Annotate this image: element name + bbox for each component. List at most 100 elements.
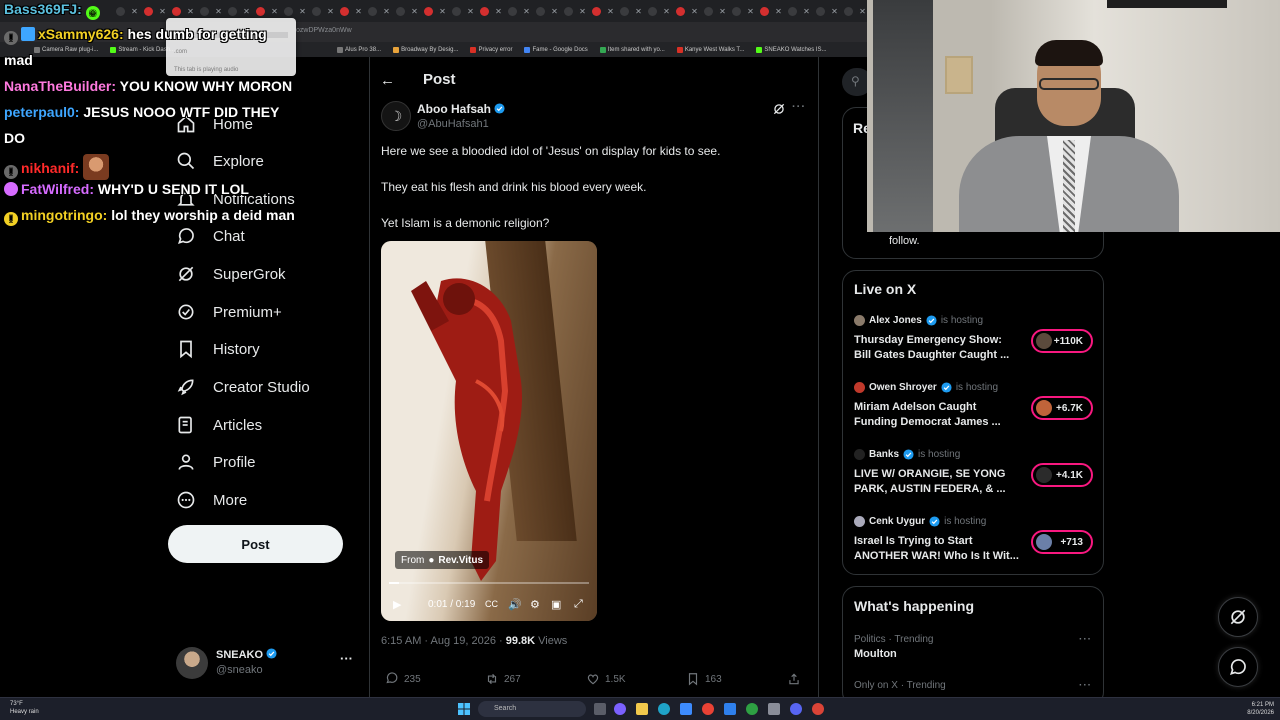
account-switcher[interactable]: SNEAKO @sneako ··· <box>176 645 356 679</box>
account-more-icon[interactable]: ··· <box>340 651 353 666</box>
close-tab-icon[interactable]: ✕ <box>410 7 419 16</box>
video-progress-bar[interactable] <box>389 582 589 584</box>
close-tab-icon[interactable]: ✕ <box>214 7 223 16</box>
sidebar-item-history[interactable]: History <box>176 334 260 364</box>
sidebar-item-supergrok[interactable]: SuperGrok <box>176 259 286 289</box>
tweet-more-icon[interactable]: ··· <box>792 101 806 113</box>
close-tab-icon[interactable]: ✕ <box>382 7 391 16</box>
taskbar-search[interactable]: Search <box>478 701 586 717</box>
bookmark[interactable]: Broadway By Desig... <box>393 46 458 53</box>
trend-more-icon[interactable]: ··· <box>1079 680 1092 691</box>
live-item[interactable]: Banks is hosting LIVE W/ ORANGIE, SE YONG… <box>854 449 1094 509</box>
xbox-icon[interactable] <box>746 703 758 715</box>
browser-tab-favicon[interactable] <box>200 6 209 16</box>
tweet-author-handle[interactable]: @AbuHafsah1 <box>417 118 489 130</box>
browser-tab-favicon[interactable] <box>592 6 601 16</box>
close-tab-icon[interactable]: ✕ <box>354 7 363 16</box>
live-item[interactable]: Cenk Uygur is hosting Israel Is Trying to… <box>854 516 1094 576</box>
close-tab-icon[interactable]: ✕ <box>494 7 503 16</box>
close-tab-icon[interactable]: ✕ <box>522 7 531 16</box>
bookmark[interactable]: Alus Pro 38... <box>337 46 381 53</box>
sidebar-item-explore[interactable]: Explore <box>176 146 264 176</box>
sidebar-item-creator-studio[interactable]: Creator Studio <box>176 372 310 402</box>
repost-button[interactable]: 267 <box>485 672 521 686</box>
post-button[interactable]: Post <box>168 525 343 563</box>
close-tab-icon[interactable]: ✕ <box>550 7 559 16</box>
close-tab-icon[interactable]: ✕ <box>662 7 671 16</box>
video-source-label[interactable]: From ● Rev.Vitus <box>395 551 490 569</box>
browser-tab-favicon[interactable] <box>676 6 685 16</box>
task-view-icon[interactable] <box>594 703 606 715</box>
close-tab-icon[interactable]: ✕ <box>802 7 811 16</box>
live-listener-pill[interactable]: +713 <box>1031 530 1093 554</box>
live-item[interactable]: Alex Jones is hosting Thursday Emergency … <box>854 315 1094 375</box>
browser-tab-favicon[interactable] <box>844 6 853 16</box>
browser-tab-favicon[interactable] <box>508 6 517 16</box>
live-listener-pill[interactable]: +110K <box>1031 329 1093 353</box>
browser-tab-favicon[interactable] <box>480 6 489 16</box>
browser-tab-favicon[interactable] <box>396 6 405 16</box>
browser-tab-favicon[interactable] <box>144 6 153 16</box>
browser-tab-favicon[interactable] <box>116 6 125 16</box>
browser-tab-favicon[interactable] <box>340 6 349 16</box>
browser-tab-favicon[interactable] <box>228 6 237 16</box>
edge-icon[interactable] <box>658 703 670 715</box>
close-tab-icon[interactable]: ✕ <box>298 7 307 16</box>
share-button[interactable] <box>787 672 801 686</box>
back-arrow-icon[interactable]: ← <box>380 72 395 89</box>
close-tab-icon[interactable]: ✕ <box>326 7 335 16</box>
bookmark[interactable]: Item shared with yo... <box>599 46 665 53</box>
close-tab-icon[interactable]: ✕ <box>158 7 167 16</box>
browser-tab-favicon[interactable] <box>732 6 741 16</box>
like-button[interactable]: 1.5K <box>586 672 626 686</box>
live-listener-pill[interactable]: +6.7K <box>1031 396 1093 420</box>
browser-tab-favicon[interactable] <box>284 6 293 16</box>
close-tab-icon[interactable]: ✕ <box>746 7 755 16</box>
close-tab-icon[interactable]: ✕ <box>830 7 839 16</box>
picture-in-picture-icon[interactable]: ▣ <box>551 598 561 611</box>
browser-tab-favicon[interactable] <box>256 6 265 16</box>
sidebar-item-more[interactable]: More <box>176 485 247 515</box>
close-tab-icon[interactable]: ✕ <box>270 7 279 16</box>
bookmark[interactable]: Kanye West Walks T... <box>676 46 744 53</box>
browser-tab-favicon[interactable] <box>452 6 461 16</box>
settings-icon[interactable]: ⚙ <box>530 598 540 611</box>
windows-start-icon[interactable] <box>458 703 470 715</box>
play-icon[interactable]: ▶ <box>393 598 401 611</box>
close-tab-icon[interactable]: ✕ <box>690 7 699 16</box>
browser-tab-favicon[interactable] <box>424 6 433 16</box>
store-icon[interactable] <box>680 703 692 715</box>
tweet-author-avatar[interactable]: ☽ <box>381 101 411 131</box>
close-tab-icon[interactable]: ✕ <box>130 7 139 16</box>
bookmark[interactable]: Camera Raw plug-i... <box>34 46 98 53</box>
browser-tab-favicon[interactable] <box>816 6 825 16</box>
close-tab-icon[interactable]: ✕ <box>438 7 447 16</box>
copilot-icon[interactable] <box>614 703 626 715</box>
grok-float-button[interactable] <box>1218 597 1258 637</box>
reply-button[interactable]: 235 <box>385 672 421 686</box>
volume-icon[interactable]: 🔊 <box>508 598 522 611</box>
bookmark[interactable]: Fame - Google Docs <box>524 46 588 53</box>
explorer-icon[interactable] <box>636 703 648 715</box>
discord-icon[interactable] <box>790 703 802 715</box>
sidebar-item-premium[interactable]: Premium+ <box>176 297 282 327</box>
browser-tab-favicon[interactable] <box>564 6 573 16</box>
close-tab-icon[interactable]: ✕ <box>774 7 783 16</box>
app-icon[interactable] <box>768 703 780 715</box>
browser-tab-favicon[interactable] <box>788 6 797 16</box>
grok-explain-icon[interactable] <box>772 102 786 119</box>
system-clock[interactable]: 6:21 PM 8/20/2026 <box>1240 701 1274 717</box>
live-listener-pill[interactable]: +4.1K <box>1031 463 1093 487</box>
tweet-author-name[interactable]: Aboo Hafsah <box>417 102 505 116</box>
messages-float-button[interactable] <box>1218 647 1258 687</box>
browser-tab-favicon[interactable] <box>760 6 769 16</box>
fullscreen-icon[interactable]: ⤢ <box>574 598 583 611</box>
browser-tab-favicon[interactable] <box>312 6 321 16</box>
browser-tab-favicon[interactable] <box>536 6 545 16</box>
sidebar-item-profile[interactable]: Profile <box>176 447 256 477</box>
browser-tab-favicon[interactable] <box>620 6 629 16</box>
browser-tab-favicon[interactable] <box>648 6 657 16</box>
live-item[interactable]: Owen Shroyer is hosting Miriam Adelson Ca… <box>854 382 1094 442</box>
browser-tab-favicon[interactable] <box>368 6 377 16</box>
sidebar-item-articles[interactable]: Articles <box>176 410 262 440</box>
